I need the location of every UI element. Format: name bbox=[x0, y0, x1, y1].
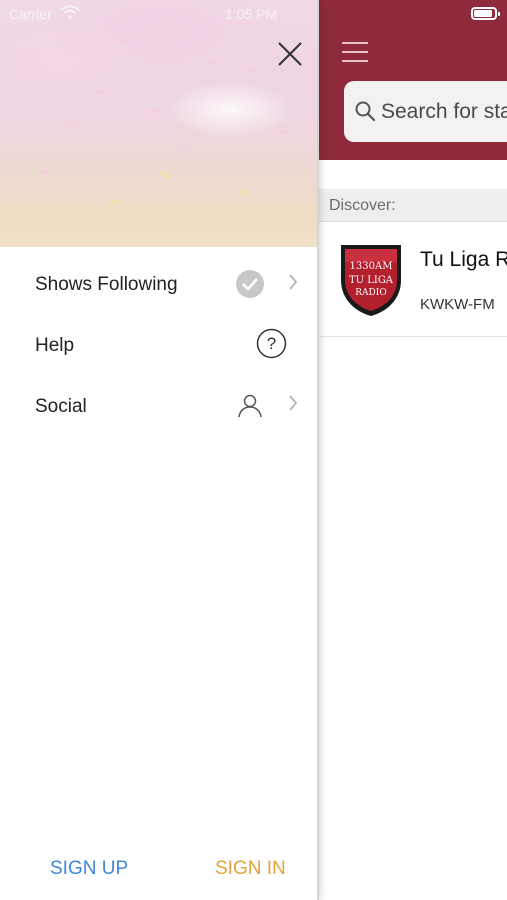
sign-up-button[interactable]: SIGN UP bbox=[50, 858, 128, 880]
menu-item-label: Social bbox=[35, 396, 87, 417]
station-logo-icon: 1330AM TU LIGA RADIO bbox=[341, 245, 401, 316]
station-list-item[interactable]: 1330AM TU LIGA RADIO Tu Liga R KWKW-FM bbox=[319, 223, 507, 337]
status-time: 1:05 PM bbox=[225, 6, 278, 22]
discover-label: Discover: bbox=[329, 197, 396, 214]
chevron-right-icon bbox=[289, 395, 298, 411]
menu-item-help[interactable]: Help ? bbox=[0, 315, 317, 375]
battery-icon bbox=[471, 7, 500, 20]
discover-section-header: Discover: bbox=[319, 189, 507, 222]
svg-text:1330AM: 1330AM bbox=[350, 261, 393, 272]
svg-text:?: ? bbox=[267, 334, 276, 353]
hero-image: Carrier 1:05 PM bbox=[0, 0, 317, 247]
station-call-sign: KWKW-FM bbox=[420, 296, 495, 313]
hamburger-menu-icon[interactable] bbox=[342, 40, 370, 64]
screen: Search for sta Discover: 1330AM TU LIGA … bbox=[0, 0, 507, 900]
question-circle-icon: ? bbox=[256, 328, 287, 359]
search-placeholder: Search for sta bbox=[381, 100, 507, 123]
person-icon bbox=[238, 394, 262, 418]
svg-text:RADIO: RADIO bbox=[355, 288, 386, 298]
chevron-right-icon bbox=[289, 274, 298, 290]
check-circle-icon bbox=[236, 270, 264, 298]
main-header: Search for sta bbox=[319, 0, 507, 160]
search-input[interactable]: Search for sta bbox=[344, 81, 507, 142]
search-icon bbox=[355, 101, 376, 122]
close-icon[interactable] bbox=[276, 40, 304, 68]
carrier-label: Carrier bbox=[9, 6, 52, 22]
menu-item-label: Shows Following bbox=[35, 274, 178, 295]
menu-item-shows-following[interactable]: Shows Following bbox=[0, 254, 317, 314]
menu-item-social[interactable]: Social bbox=[0, 376, 317, 436]
sign-in-button[interactable]: SIGN IN bbox=[215, 858, 286, 880]
wifi-icon bbox=[60, 5, 80, 19]
side-drawer: Carrier 1:05 PM Shows Following Help ? S… bbox=[0, 0, 319, 900]
menu-item-label: Help bbox=[35, 335, 75, 356]
main-panel: Search for sta Discover: 1330AM TU LIGA … bbox=[319, 0, 507, 900]
station-name: Tu Liga R bbox=[420, 248, 507, 271]
confetti-crowd-image bbox=[0, 40, 317, 247]
svg-text:TU LIGA: TU LIGA bbox=[349, 275, 394, 286]
